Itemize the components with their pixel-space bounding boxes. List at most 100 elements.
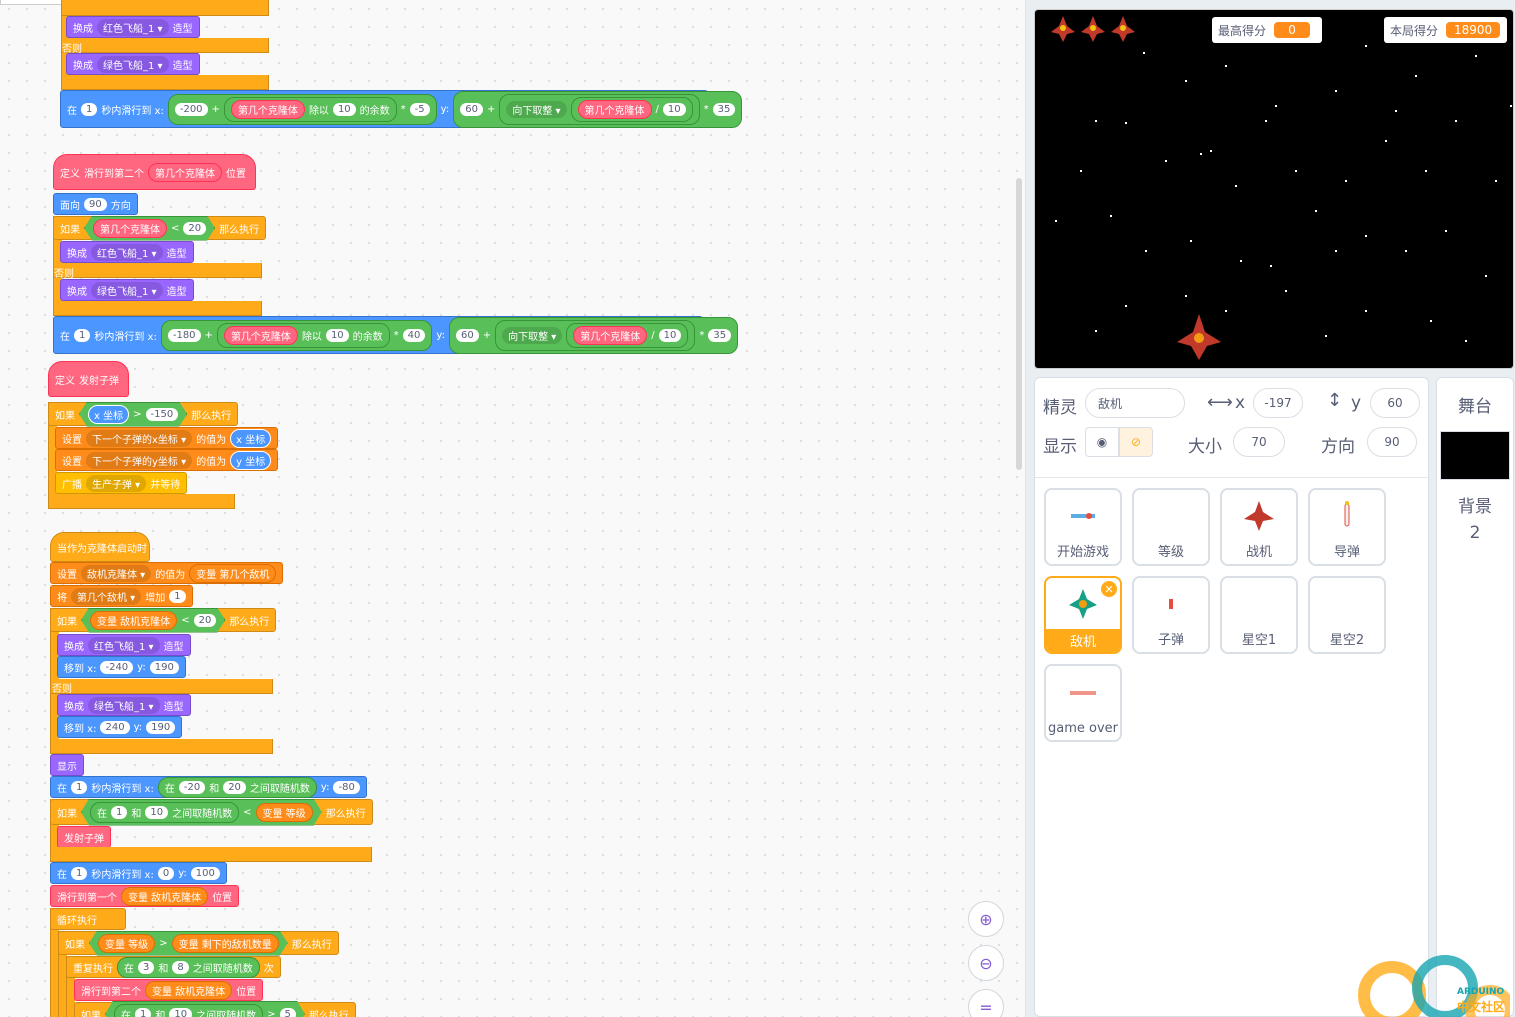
lt-operator[interactable]: 在 1 和 10 之间取随机数 < 变量 等级: [81, 799, 322, 826]
number-input[interactable]: 20: [223, 780, 246, 794]
x-position-reporter[interactable]: x 坐标: [230, 428, 272, 448]
clone-reporter[interactable]: 第几个克隆体: [577, 99, 652, 119]
y-input[interactable]: 190: [149, 660, 179, 674]
variable-reporter[interactable]: 变量 敌机克隆体: [145, 980, 233, 1000]
div-operator[interactable]: 第几个克隆体/10: [570, 96, 693, 122]
variable-dropdown[interactable]: 敌机克隆体 ▾: [81, 564, 152, 582]
switch-costume-block[interactable]: 换成 绿色飞船_1 ▾ 造型: [60, 279, 194, 301]
number-input[interactable]: 10: [169, 1008, 192, 1017]
variable-reporter[interactable]: 变量 等级: [98, 934, 155, 953]
number-input[interactable]: 35: [712, 102, 736, 116]
stage-canvas[interactable]: 最高得分 0 本局得分 18900: [1034, 9, 1514, 369]
x-input[interactable]: 0: [157, 866, 175, 880]
plus-operator[interactable]: 60 + 向下取整 ▾ 第几个克隆体/10 * 35: [448, 316, 739, 354]
costume-dropdown[interactable]: 绿色飞船_1 ▾: [91, 281, 163, 299]
go-to-xy-block[interactable]: 移到 x: -240 y: 190: [57, 656, 186, 678]
switch-costume-block[interactable]: 换成 红色飞船_1 ▾ 造型: [66, 16, 200, 38]
floor-dropdown[interactable]: 向下取整 ▾: [502, 326, 563, 344]
switch-costume-block[interactable]: 换成 绿色飞船_1 ▾ 造型: [57, 694, 191, 716]
number-input[interactable]: 60: [455, 328, 479, 342]
x-position-reporter[interactable]: x 坐标: [88, 405, 129, 424]
sprite-tile[interactable]: 战机: [1220, 488, 1298, 566]
y-input[interactable]: -80: [333, 780, 360, 794]
if-block[interactable]: 如果 变量 等级 > 变量 剩下的敌机数量 那么执行: [58, 931, 339, 955]
number-input[interactable]: 10: [658, 328, 682, 342]
costume-dropdown[interactable]: 红色飞船_1 ▾: [97, 18, 169, 36]
number-input[interactable]: 1: [111, 806, 127, 819]
show-block[interactable]: 显示: [50, 754, 84, 776]
number-input[interactable]: 10: [662, 102, 686, 116]
variable-reporter[interactable]: 变量 等级: [256, 803, 313, 822]
code-scrollbar[interactable]: [1016, 178, 1022, 470]
lt-operator[interactable]: 第几个克隆体 <20: [84, 216, 215, 241]
change-variable-block[interactable]: 将第几个敌机 ▾ 增加 1: [50, 585, 193, 607]
if-block[interactable]: 如果 在 1 和 10 之间取随机数 < 变量 等级 那么执行: [50, 799, 373, 825]
zoom-reset-button[interactable]: =: [968, 989, 1004, 1017]
number-input[interactable]: 35: [708, 328, 732, 342]
glide-xy-block[interactable]: 在 1 秒内滑行到 x: 0 y: 100: [50, 862, 227, 884]
number-input[interactable]: 10: [145, 806, 168, 819]
y-input[interactable]: 60: [1370, 388, 1420, 418]
number-input[interactable]: 8: [172, 960, 189, 974]
clone-reporter[interactable]: 第几个克隆体: [230, 99, 305, 119]
size-input[interactable]: 70: [1233, 427, 1285, 457]
random-operator[interactable]: 在 -20 和 20 之间取随机数: [157, 776, 317, 798]
glide-block[interactable]: 在 1 秒内滑行到 x: -200 + 第几个克隆体 除以 10 的余数 * -5 y: 60…: [60, 90, 743, 128]
number-input[interactable]: 1: [135, 1008, 151, 1017]
sprite-tile[interactable]: game over: [1044, 664, 1122, 742]
random-operator[interactable]: 在 1 和 10 之间取随机数: [114, 1004, 263, 1017]
random-operator[interactable]: 在 1 和 10 之间取随机数: [90, 802, 239, 823]
costume-dropdown[interactable]: 红色飞船_1 ▾: [88, 636, 160, 654]
floor-operator[interactable]: 向下取整 ▾ 第几个克隆体/10: [495, 319, 696, 351]
x-input[interactable]: -240: [100, 660, 134, 674]
set-variable-block[interactable]: 设置 敌机克隆体 ▾ 的值为 变量 第几个敌机: [50, 562, 284, 584]
floor-operator[interactable]: 向下取整 ▾ 第几个克隆体/10: [499, 93, 700, 125]
gt-operator[interactable]: 变量 等级 > 变量 剩下的敌机数量: [89, 931, 288, 956]
variable-dropdown[interactable]: 下一个子弹的x坐标 ▾: [86, 429, 193, 447]
sprite-tile-selected[interactable]: 敌机 ✕: [1044, 576, 1122, 654]
gt-operator[interactable]: 在 1 和 10 之间取随机数 >5: [105, 1001, 305, 1017]
variable-reporter[interactable]: 变量 敌机克隆体: [90, 611, 177, 630]
set-variable-block[interactable]: 设置 下一个子弹的y坐标 ▾ 的值为 y 坐标: [55, 449, 279, 471]
costume-dropdown[interactable]: 绿色飞船_1 ▾: [88, 696, 160, 714]
switch-costume-block[interactable]: 换成 红色飞船_1 ▾ 造型: [57, 634, 191, 656]
number-input[interactable]: -20: [178, 780, 206, 794]
mod-operator[interactable]: 第几个克隆体 除以 10 的余数: [216, 322, 390, 348]
costume-dropdown[interactable]: 绿色飞船_1 ▾: [97, 55, 169, 73]
number-input[interactable]: 10: [332, 102, 356, 116]
sprite-tile[interactable]: 星空2: [1308, 576, 1386, 654]
sprite-tile[interactable]: 开始游戏: [1044, 488, 1122, 566]
seconds-input[interactable]: 1: [71, 866, 88, 880]
go-to-xy-block[interactable]: 移到 x: 240 y: 190: [57, 716, 183, 738]
seconds-input[interactable]: 1: [71, 780, 88, 794]
direction-input[interactable]: 90: [84, 197, 107, 211]
y-input[interactable]: 100: [190, 866, 220, 880]
random-operator[interactable]: 在 3 和 8 之间取随机数: [117, 956, 260, 978]
plus-operator[interactable]: -200 + 第几个克隆体 除以 10 的余数 * -5: [167, 93, 437, 125]
costume-dropdown[interactable]: 红色飞船_1 ▾: [91, 243, 163, 261]
seconds-input[interactable]: 1: [81, 102, 98, 116]
call-fire-block[interactable]: 发射子弹: [57, 826, 111, 848]
number-input[interactable]: 5: [280, 1008, 296, 1017]
glide-random-block[interactable]: 在 1 秒内滑行到 x: 在 -20 和 20 之间取随机数 y: -80: [50, 776, 367, 798]
forever-block[interactable]: 循环执行: [50, 908, 126, 930]
backdrop-thumbnail[interactable]: [1440, 431, 1510, 480]
define-fire-block[interactable]: 定义 发射子弹: [48, 361, 129, 397]
define-block[interactable]: 定义 滑行到第二个 第几个克隆体 位置: [53, 154, 256, 190]
mod-operator[interactable]: 第几个克隆体 除以 10 的余数: [223, 96, 397, 122]
div-operator[interactable]: 第几个克隆体/10: [566, 322, 689, 348]
hide-button[interactable]: ⊘: [1119, 427, 1153, 457]
zoom-out-button[interactable]: ⊖: [968, 945, 1004, 981]
zoom-in-button[interactable]: ⊕: [968, 901, 1004, 937]
number-input[interactable]: 20: [194, 614, 217, 627]
code-area[interactable]: 换成 红色飞船_1 ▾ 造型 否则 换成 绿色飞船_1 ▾ 造型 在 1 秒内滑行到 x: …: [0, 0, 1026, 1017]
number-input[interactable]: 10: [325, 328, 349, 342]
switch-costume-block[interactable]: 换成 绿色飞船_1 ▾ 造型: [66, 53, 200, 75]
direction-input[interactable]: 90: [1367, 427, 1417, 457]
y-input[interactable]: 190: [146, 720, 176, 734]
broadcast-wait-block[interactable]: 广播 生产子弹 ▾ 并等待: [55, 472, 188, 494]
stage-panel[interactable]: 舞台 背景 2: [1436, 377, 1514, 1017]
number-input[interactable]: -150: [146, 408, 179, 421]
call-glide-first-block[interactable]: 滑行到第一个 变量 敌机克隆体 位置: [50, 885, 240, 907]
param-reporter[interactable]: 第几个克隆体: [93, 219, 167, 238]
